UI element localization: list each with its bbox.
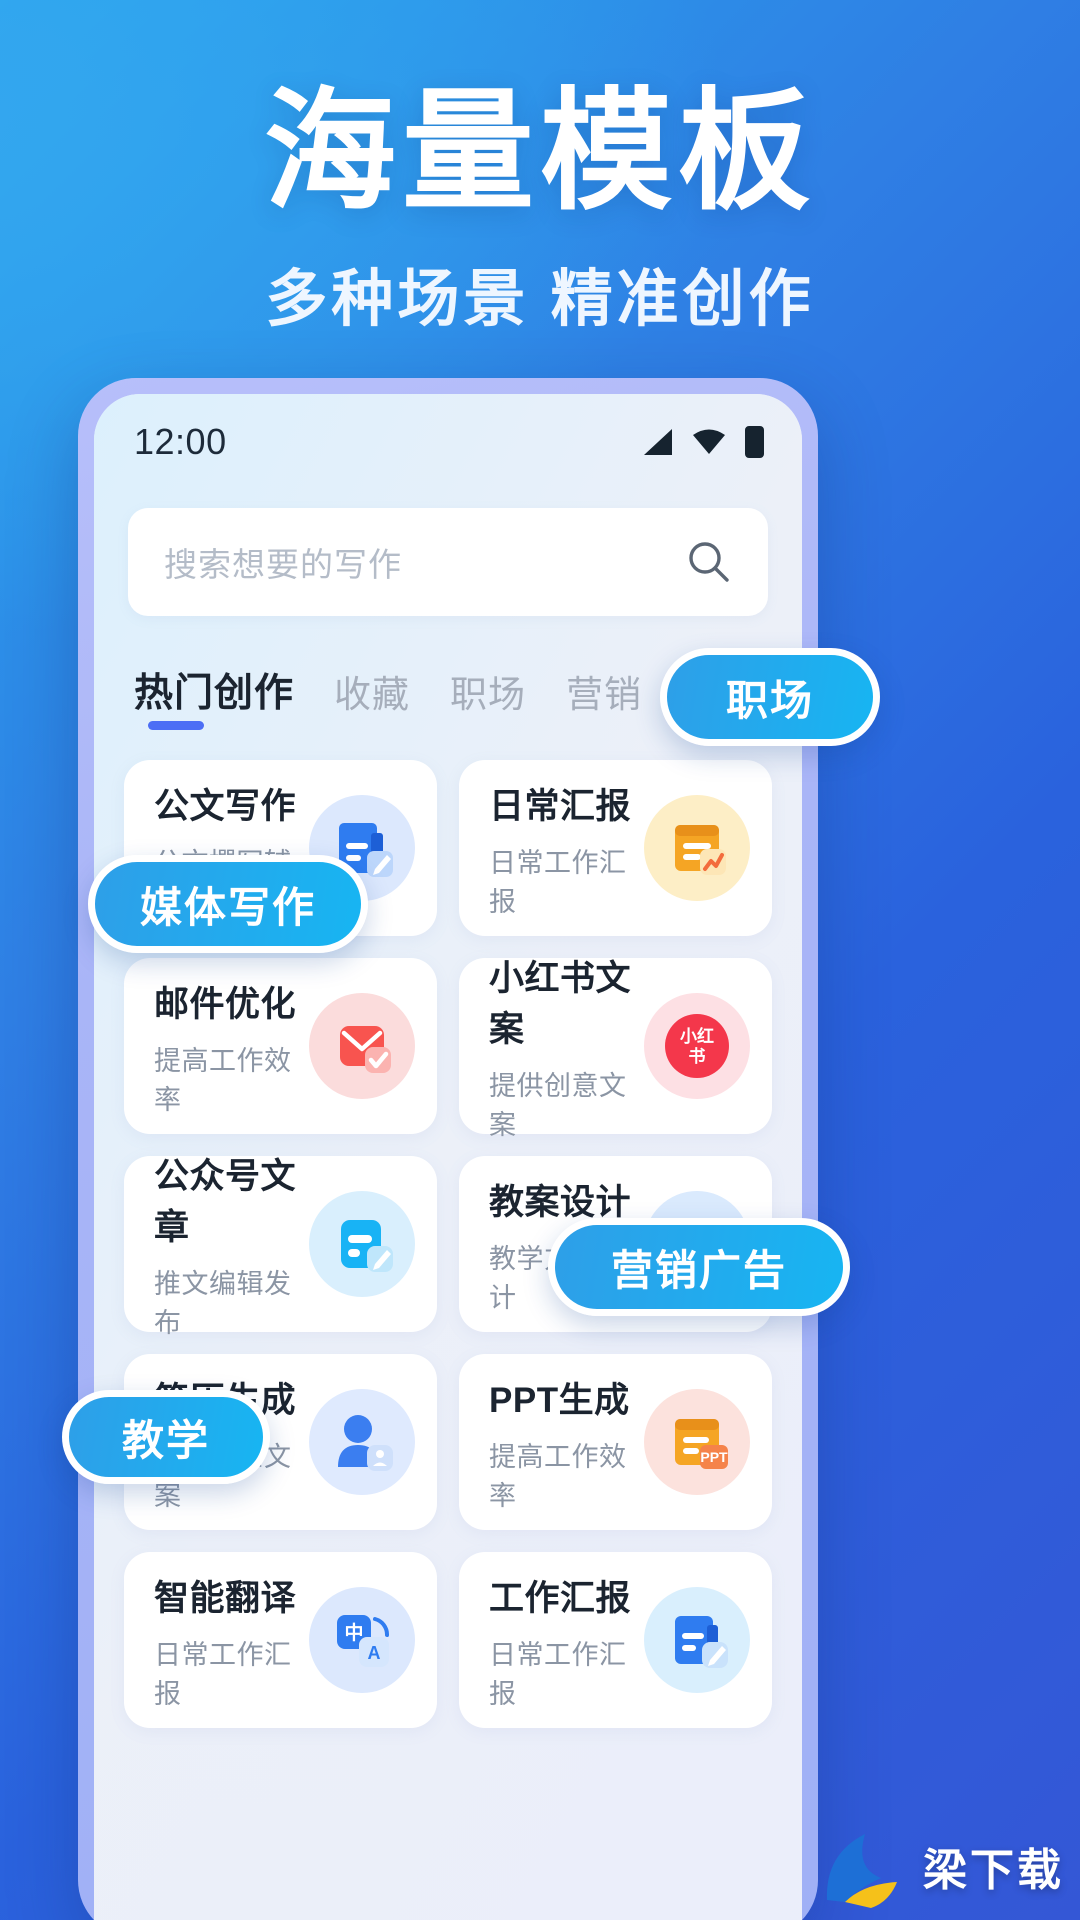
card-title: 教案设计 bbox=[489, 1182, 632, 1222]
svg-text:A: A bbox=[368, 1643, 381, 1663]
status-icons bbox=[639, 426, 764, 458]
article-pen-icon bbox=[309, 1191, 415, 1297]
tab-favorites[interactable]: 收藏 bbox=[334, 664, 410, 734]
wifi-icon bbox=[693, 429, 725, 454]
card-title: 公众号文章 bbox=[154, 1157, 297, 1247]
tab-marketing[interactable]: 营销 bbox=[566, 664, 642, 734]
card-texts: 日常汇报 日常工作汇报 bbox=[489, 778, 644, 919]
template-card[interactable]: 公众号文章 推文编辑发布 bbox=[124, 1156, 437, 1338]
card-texts: 公众号文章 推文编辑发布 bbox=[154, 1148, 309, 1340]
card-texts: 智能翻译 日常工作汇报 bbox=[154, 1570, 309, 1711]
search-icon[interactable] bbox=[684, 537, 734, 587]
status-time: 12:00 bbox=[134, 421, 227, 462]
template-card[interactable]: 日常汇报 日常工作汇报 bbox=[459, 760, 772, 936]
liang-logo-icon bbox=[826, 1834, 897, 1908]
card-desc: 提高工作效率 bbox=[154, 1045, 292, 1115]
search-placeholder: 搜索想要的写作 bbox=[164, 546, 402, 583]
card-desc: 日常工作汇报 bbox=[489, 847, 627, 917]
svg-text:小红: 小红 bbox=[680, 1026, 714, 1046]
callout-label: 媒体写作 bbox=[139, 883, 316, 931]
promo-poster: 海量模板 多种场景 精准创作 12:00 搜索想要的写作 热门创作 收藏 职场 … bbox=[0, 0, 1080, 1920]
card-desc: 日常工作汇报 bbox=[489, 1639, 627, 1709]
card-desc: 提供创意文案 bbox=[489, 1071, 627, 1140]
hero-title: 海量模板 bbox=[264, 78, 816, 225]
signal-icon bbox=[644, 429, 672, 455]
template-card[interactable]: PPT生成 提高工作效率 PPT bbox=[459, 1354, 772, 1530]
template-card[interactable]: 小红书文案 提供创意文案 小红 书 bbox=[459, 958, 772, 1140]
card-texts: PPT生成 提高工作效率 bbox=[489, 1372, 644, 1513]
template-card[interactable]: 智能翻译 日常工作汇报 中 A bbox=[124, 1552, 437, 1728]
card-title: 日常汇报 bbox=[489, 786, 632, 826]
phone-mockup: 12:00 搜索想要的写作 热门创作 收藏 职场 营销 公文写作 日常汇报 日常… bbox=[78, 378, 818, 1920]
card-desc: 提高工作效率 bbox=[489, 1441, 627, 1511]
card-texts: 工作汇报 日常工作汇报 bbox=[489, 1570, 644, 1711]
svg-text:书: 书 bbox=[689, 1047, 706, 1066]
callout-label: 教学 bbox=[121, 1416, 210, 1464]
phone-screen: 12:00 搜索想要的写作 热门创作 收藏 职场 营销 公文写作 日常汇报 日常… bbox=[94, 394, 802, 1920]
mail-check-icon bbox=[309, 993, 415, 1099]
watermark-text: 梁下载 bbox=[923, 1846, 1064, 1895]
card-title: 邮件优化 bbox=[154, 984, 297, 1024]
translate-icon: 中 A bbox=[309, 1587, 415, 1693]
tab-hot-creation[interactable]: 热门创作 bbox=[134, 662, 294, 734]
resume-person-icon bbox=[309, 1389, 415, 1495]
card-title: PPT生成 bbox=[489, 1380, 630, 1420]
card-title: 智能翻译 bbox=[154, 1578, 297, 1618]
watermark: 梁下载 bbox=[819, 1822, 1064, 1910]
template-card[interactable]: 工作汇报 日常工作汇报 bbox=[459, 1552, 772, 1728]
tab-workplace[interactable]: 职场 bbox=[450, 664, 526, 734]
card-title: 公文写作 bbox=[154, 786, 297, 826]
callout-media-writing: 媒体写作 bbox=[88, 855, 368, 953]
callout-teaching: 教学 bbox=[62, 1390, 270, 1484]
card-desc: 推文编辑发布 bbox=[154, 1269, 292, 1338]
template-card[interactable]: 邮件优化 提高工作效率 bbox=[124, 958, 437, 1134]
status-bar: 12:00 bbox=[94, 394, 802, 490]
card-title: 小红书文案 bbox=[489, 959, 632, 1049]
card-texts: 小红书文案 提供创意文案 bbox=[489, 950, 644, 1142]
worklog-pen-icon bbox=[644, 1587, 750, 1693]
callout-label: 营销广告 bbox=[610, 1246, 787, 1294]
card-desc: 日常工作汇报 bbox=[154, 1639, 292, 1709]
hero-section: 海量模板 多种场景 精准创作 bbox=[0, 0, 1080, 338]
callout-label: 职场 bbox=[725, 676, 814, 724]
ppt-icon: PPT bbox=[644, 1389, 750, 1495]
hero-subtitle: 多种场景 精准创作 bbox=[265, 264, 815, 334]
callout-marketing-ads: 营销广告 bbox=[548, 1218, 850, 1316]
callout-workplace: 职场 bbox=[660, 648, 880, 746]
search-section: 搜索想要的写作 bbox=[94, 490, 802, 616]
svg-text:PPT: PPT bbox=[700, 1449, 728, 1465]
battery-icon bbox=[745, 426, 764, 458]
card-title: 工作汇报 bbox=[489, 1578, 632, 1618]
xiaohongshu-icon: 小红 书 bbox=[644, 993, 750, 1099]
report-chart-icon bbox=[644, 795, 750, 901]
search-input[interactable]: 搜索想要的写作 bbox=[128, 508, 768, 616]
card-texts: 邮件优化 提高工作效率 bbox=[154, 976, 309, 1117]
